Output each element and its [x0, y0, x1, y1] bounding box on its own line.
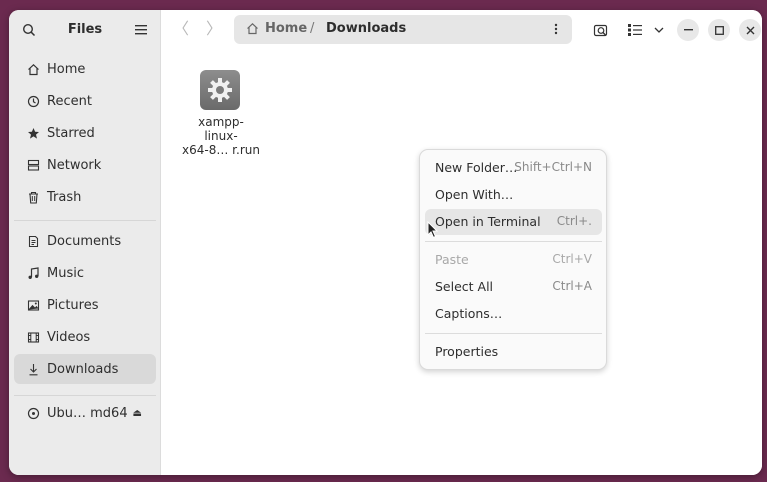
sidebar-item-label: Trash [47, 189, 82, 205]
menu-item-new-folder[interactable]: New Folder… Shift+Ctrl+N [425, 155, 602, 181]
network-icon [26, 158, 40, 172]
menu-item-label: New Folder… [435, 160, 518, 175]
chevron-left-icon: 〈 [172, 19, 189, 38]
menu-item-label: Open With… [435, 187, 514, 202]
minimize-icon [683, 29, 693, 31]
sidebar-item-label: Pictures [47, 297, 99, 313]
search-location-button[interactable] [591, 20, 611, 40]
sidebar-item-trash[interactable]: Trash [14, 182, 156, 212]
path-menu-button[interactable] [548, 21, 564, 37]
sidebar-item-label: Documents [47, 233, 122, 249]
minimize-button[interactable] [677, 19, 699, 41]
sidebar-item-label: Videos [47, 329, 91, 345]
main-menu-button[interactable] [129, 18, 153, 42]
close-button[interactable] [739, 19, 761, 41]
hamburger-icon [135, 25, 147, 35]
menu-item-captions[interactable]: Captions… [425, 301, 602, 327]
sidebar-item-documents[interactable]: Documents [14, 226, 156, 256]
folder-search-icon [593, 24, 608, 37]
sidebar-item-label: Network [47, 157, 102, 173]
menu-item-shortcut: Ctrl+V [552, 252, 592, 266]
view-toggle-button[interactable] [625, 20, 645, 40]
menu-item-label: Captions… [435, 306, 503, 321]
menu-item-paste[interactable]: Paste Ctrl+V [425, 247, 602, 273]
sidebar-item-disc[interactable]: Ubu… md64 ⏏ [14, 398, 156, 428]
sidebar-item-label: Recent [47, 93, 92, 109]
menu-item-select-all[interactable]: Select All Ctrl+A [425, 274, 602, 300]
clock-icon [26, 94, 40, 108]
menu-item-shortcut: Ctrl+. [556, 214, 592, 228]
menu-item-shortcut: Ctrl+A [552, 279, 592, 293]
menu-item-shortcut: Shift+Ctrl+N [514, 160, 592, 174]
breadcrumb-current[interactable]: Downloads [326, 21, 406, 36]
chevron-down-icon [654, 27, 664, 33]
list-view-icon [628, 24, 642, 36]
sidebar-item-recent[interactable]: Recent [14, 86, 156, 116]
sidebar-item-label: Ubu… md64 [47, 405, 128, 421]
menu-item-label: Open in Terminal [435, 214, 541, 229]
menu-item-open-with[interactable]: Open With… [425, 182, 602, 208]
sidebar-item-label: Home [47, 61, 86, 77]
home-icon [247, 22, 258, 35]
maximize-icon [714, 25, 724, 35]
download-icon [26, 362, 40, 376]
star-icon [26, 126, 40, 140]
forward-button[interactable]: 〉 [204, 20, 224, 40]
sidebar-item-home[interactable]: Home [14, 54, 156, 84]
header-bar: 〈 〉 Home / Downloads [161, 10, 762, 50]
sidebar-item-label: Downloads [47, 361, 119, 377]
music-icon [26, 266, 40, 280]
maximize-button[interactable] [708, 19, 730, 41]
disc-icon [26, 406, 40, 420]
main-view: 〈 〉 Home / Downloads xampp- linux- x64-8… [161, 10, 762, 475]
sidebar-item-label: Starred [47, 125, 95, 141]
sidebar-divider [14, 395, 156, 396]
sidebar: Files Home Recent Starred Network Trash … [9, 10, 161, 475]
more-vertical-icon [554, 23, 558, 35]
sidebar-item-pictures[interactable]: Pictures [14, 290, 156, 320]
back-button[interactable]: 〈 [171, 20, 191, 40]
sidebar-item-music[interactable]: Music [14, 258, 156, 288]
menu-item-label: Paste [435, 252, 469, 267]
chevron-right-icon: 〉 [205, 19, 222, 38]
path-bar[interactable]: Home / Downloads [234, 15, 572, 44]
home-icon [26, 62, 40, 76]
menu-item-label: Properties [435, 344, 499, 359]
sidebar-header: Files [9, 10, 161, 50]
sidebar-item-videos[interactable]: Videos [14, 322, 156, 352]
menu-item-properties[interactable]: Properties [425, 339, 602, 365]
sidebar-item-label: Music [47, 265, 84, 281]
eject-icon[interactable]: ⏏ [133, 408, 142, 419]
sidebar-item-starred[interactable]: Starred [14, 118, 156, 148]
breadcrumb-separator: / [310, 21, 315, 36]
breadcrumb-home[interactable]: Home [246, 21, 307, 36]
picture-icon [26, 298, 40, 312]
gear-icon [200, 70, 240, 110]
document-icon [26, 234, 40, 248]
menu-item-label: Select All [435, 279, 494, 294]
files-window: Files Home Recent Starred Network Trash … [9, 10, 762, 475]
breadcrumb-home-label: Home [265, 21, 308, 36]
close-icon [746, 26, 754, 34]
file-name: xampp- linux- x64-8… r.run [182, 115, 260, 157]
menu-separator [425, 241, 602, 242]
sidebar-divider [14, 220, 156, 221]
menu-separator [425, 333, 602, 334]
video-icon [26, 330, 40, 344]
menu-item-open-in-terminal[interactable]: Open in Terminal Ctrl+. [425, 209, 602, 235]
view-options-button[interactable] [649, 20, 669, 40]
sidebar-item-downloads[interactable]: Downloads [14, 354, 156, 384]
trash-icon [26, 190, 40, 204]
mouse-cursor-icon [427, 221, 439, 239]
sidebar-item-network[interactable]: Network [14, 150, 156, 180]
context-menu: New Folder… Shift+Ctrl+N Open With… Open… [419, 149, 607, 370]
